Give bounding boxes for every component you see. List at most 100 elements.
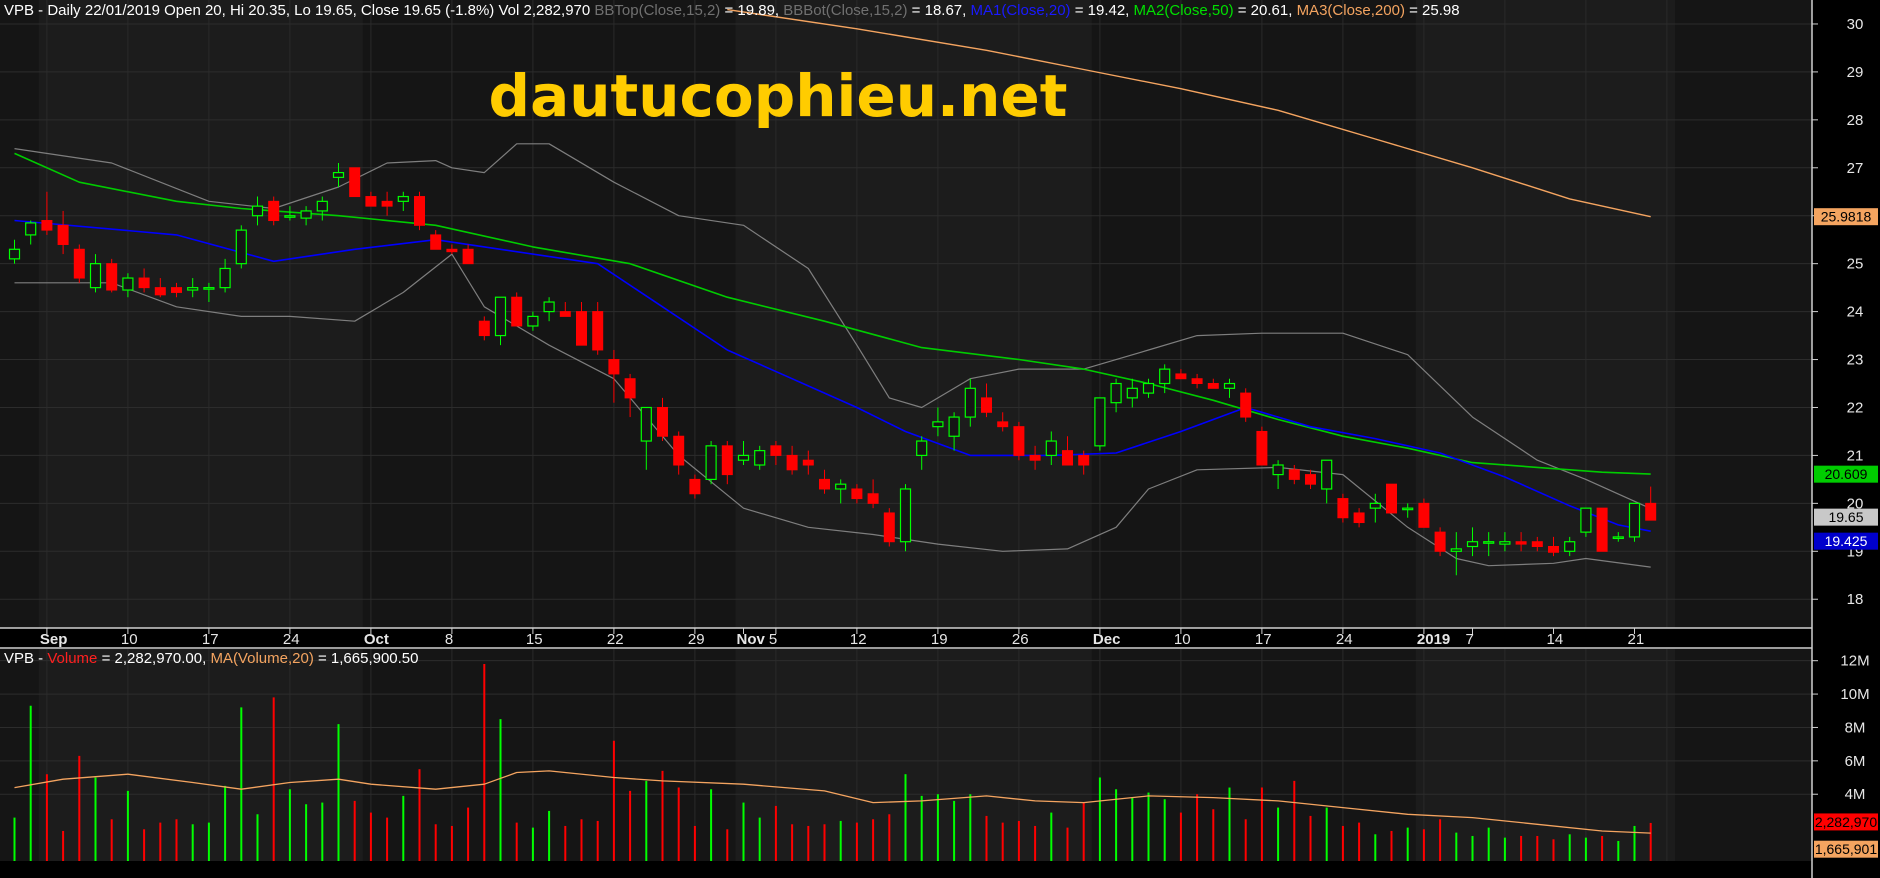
candle-body-down [608,359,620,375]
candle-body-up [527,315,539,327]
candle-body-down [1029,454,1041,461]
candle-body-down [1013,426,1025,456]
volume-month-band [1415,649,1675,861]
candle-body-down [1548,546,1559,553]
candle-body-up [89,263,102,289]
price-panel[interactable]: dautucophieu.net VPB - Daily 22/01/2019 … [0,0,1812,628]
candle-body-up [835,483,847,490]
volume-y-tick-label: 12M [1840,653,1869,670]
candle [1580,507,1592,537]
candle-body-down [73,248,85,279]
volume-ma-value-tag: 1,665,901 [1814,840,1878,858]
date-tick-label: 24 [283,631,300,648]
price-y-tick-label: 25 [1847,256,1864,273]
volume-y-tick-label: 6M [1845,753,1866,770]
candle-body-down [478,320,490,337]
candle-body-up [122,277,134,291]
ma2-value: = 20.61, [1234,2,1293,19]
candle-body-down [1645,502,1657,521]
volume-ma-value: = 1,665,900.50 [314,650,419,667]
candle-body-down [1434,531,1446,552]
volume-ma-label: MA(Volume,20) [210,650,313,667]
candle-body-up [754,450,766,466]
candle [883,508,895,547]
volume-month-band [38,649,363,861]
candle-body-down [446,248,458,253]
candle-body-up [916,440,928,457]
candle-body-up [705,445,717,480]
volume-y-tick-label: 10M [1840,686,1869,703]
stock-chart-svg[interactable]: dautucophieu.net VPB - Daily 22/01/2019 … [0,0,1880,878]
ma3-label: MA3(Close,200) [1297,2,1405,19]
bbbot-value: = 18.67, [908,2,967,19]
candle-body-up [203,287,215,290]
candle-body-down [1240,392,1252,418]
candle-body-down [883,512,895,543]
candle-body-down [576,311,587,346]
price-header: VPB - Daily 22/01/2019 Open 20, Hi 20.35… [4,2,1460,19]
bbtop-value: = 19.89, [720,2,779,19]
price-y-tick-label: 22 [1847,399,1864,416]
candle-body-up [1321,459,1333,490]
candle-body-down [1386,483,1397,514]
date-tick-label: 10 [121,631,138,648]
candle-body-down [381,200,393,207]
candle-body-up [1272,464,1284,476]
candle-body-up [332,171,345,178]
candle-body-down [997,421,1009,428]
candle-body-up [640,406,652,442]
candle [349,167,361,198]
volume-value-tag: 2,282,970 [1814,813,1878,831]
candle-body-down [106,263,118,291]
candle-body-down [138,277,150,289]
candle-body-up [948,416,960,437]
candle-body-down [349,167,361,198]
date-tick-label: Dec [1093,631,1121,648]
volume-month-band [735,649,1092,861]
close-value-tag: 19.65 [1814,508,1878,526]
candle-body-down [624,378,636,399]
date-tick-label: Oct [364,631,389,648]
candle-body-down [867,493,879,504]
candle-body-down [689,478,701,495]
price-y-tick-label: 28 [1847,112,1864,129]
candle-body-down [1596,507,1608,552]
candle-body-up [932,421,944,428]
candle-body-down [819,478,830,490]
candle [1434,527,1446,557]
candle-body-up [1483,541,1495,544]
volume-header: VPB - Volume = 2,282,970.00, MA(Volume,2… [4,650,419,667]
candle-body-down [414,196,425,226]
candle-body-up [251,205,264,217]
candle-body-down [721,445,733,476]
candle [511,292,523,327]
candle-body-up [284,215,296,218]
date-tick-label: 12 [850,631,867,648]
candle-body-up [1466,541,1479,548]
candle-body-up [300,210,312,219]
candle-body-down [673,435,685,466]
close-value-tag-text: 19.65 [1828,509,1863,525]
volume-panel[interactable]: VPB - Volume = 2,282,970.00, MA(Volume,2… [0,649,1812,861]
candle-body-up [316,200,328,212]
date-tick-label: Sep [40,631,68,648]
ma1-value-tag-text: 19.425 [1825,533,1868,549]
ma2-value-tag-text: 20.609 [1825,466,1868,482]
chart-window: dautucophieu.net VPB - Daily 22/01/2019 … [0,0,1880,878]
candle-body-down [981,397,992,413]
candle-body-up [1126,387,1138,399]
candle-body-down [1353,512,1365,524]
date-tick-label: 19 [931,631,948,648]
candle-body-up [964,387,976,418]
candle-body-down [1515,541,1527,545]
candle [268,196,280,226]
candle-body-up [219,267,231,289]
candle-body-up [1223,382,1236,389]
date-tick-label: 21 [1628,631,1645,648]
ma3-value-tag-text: 25.9818 [1821,209,1872,225]
price-y-tick-label: 21 [1847,447,1864,464]
candle [73,244,85,283]
date-tick-label: 8 [445,631,453,648]
candle-body-up [25,222,37,236]
candle-body-down [851,488,863,500]
